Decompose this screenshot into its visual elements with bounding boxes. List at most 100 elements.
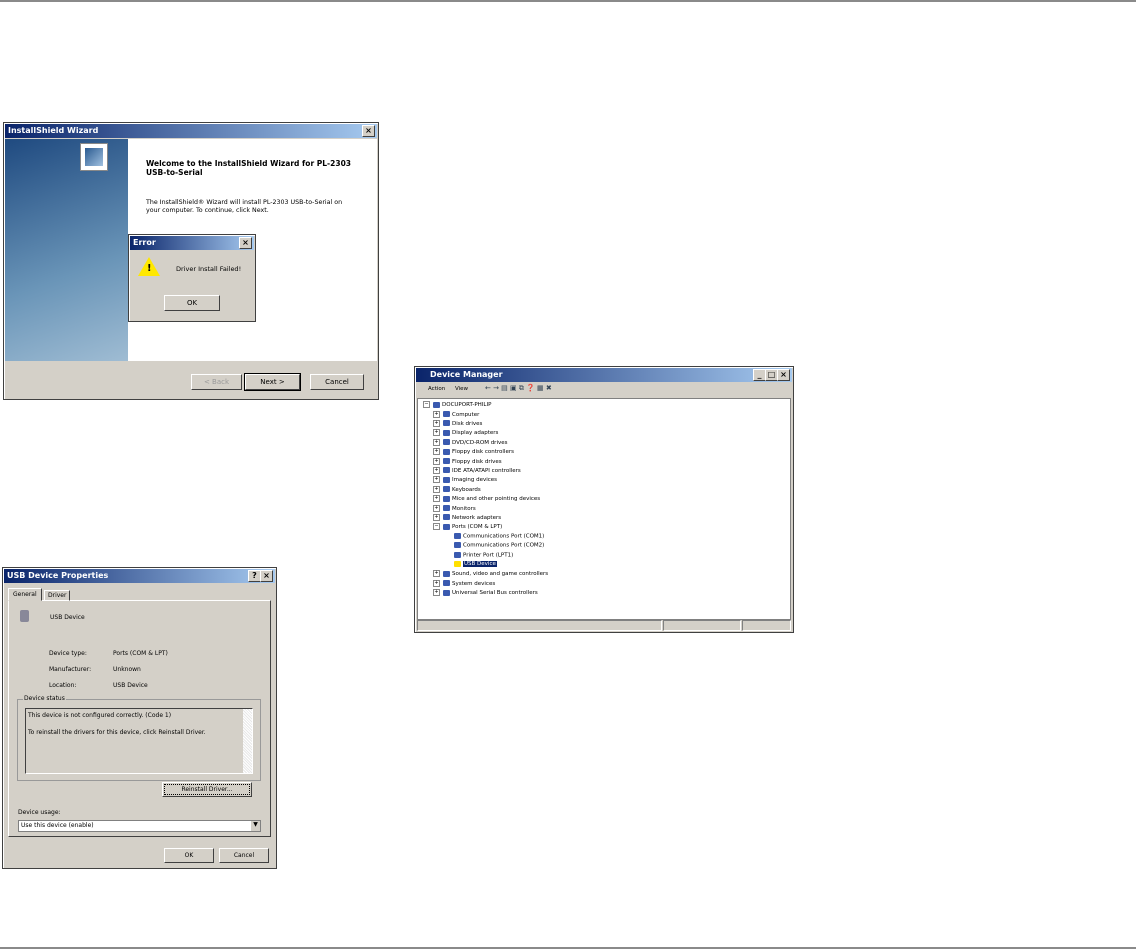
tree-root[interactable]: − DOCUPORT-PHILIP xyxy=(423,401,491,408)
expand-toggle[interactable]: + xyxy=(433,495,440,503)
device-icon xyxy=(443,476,450,483)
tree-item[interactable]: + Disk drives xyxy=(433,419,482,427)
next-button[interactable]: Next > xyxy=(244,373,301,391)
tree-item[interactable]: + Imaging devices xyxy=(433,476,497,484)
device-status-label: Device status xyxy=(23,695,66,702)
logo-icon xyxy=(80,143,108,171)
tree-item[interactable]: − Ports (COM & LPT) xyxy=(433,523,503,531)
tree-item[interactable]: + Network adapters xyxy=(433,513,502,521)
device-icon xyxy=(443,580,450,587)
device-icon xyxy=(443,420,450,427)
close-button[interactable]: × xyxy=(239,237,252,249)
label: Floppy disk drives xyxy=(452,458,502,465)
expand-toggle[interactable]: − xyxy=(433,523,440,531)
usage-value: Use this device (enable) xyxy=(21,822,94,829)
device-icon xyxy=(443,514,450,521)
close-button[interactable]: × xyxy=(777,369,790,381)
cancel-button[interactable]: Cancel xyxy=(219,848,269,863)
expand-toggle[interactable]: + xyxy=(433,485,440,493)
device-usage-label: Device usage: xyxy=(18,809,61,816)
status-bar xyxy=(417,620,662,631)
tree-item[interactable]: + System devices xyxy=(433,579,496,587)
expand-toggle[interactable]: + xyxy=(433,410,440,418)
ok-button[interactable]: OK xyxy=(164,295,220,311)
field-label: Device type: xyxy=(49,650,87,657)
label: DVD/CD-ROM drives xyxy=(452,439,508,446)
toolbar-icons[interactable]: ← → ▤ ▣ ⧉ ❓ ▦ ✖ xyxy=(485,384,552,393)
label: Printer Port (LPT1) xyxy=(463,552,514,558)
expand-toggle[interactable]: + xyxy=(433,513,440,521)
status-bar-pane xyxy=(663,620,741,631)
close-button[interactable]: × xyxy=(362,125,375,137)
label: Monitors xyxy=(452,505,476,512)
title-bar: Device Manager xyxy=(416,368,792,382)
label: Ports (COM & LPT) xyxy=(452,524,503,531)
device-icon xyxy=(454,542,461,549)
tree-item[interactable]: Communications Port (COM1) xyxy=(454,532,544,539)
status-line-1: This device is not configured correctly.… xyxy=(28,712,172,719)
expand-toggle[interactable]: + xyxy=(433,504,440,512)
field-value: Ports (COM & LPT) xyxy=(113,650,168,657)
tree-item[interactable]: + IDE ATA/ATAPI controllers xyxy=(433,466,521,474)
scrollbar[interactable] xyxy=(243,709,252,773)
close-button[interactable]: × xyxy=(260,570,273,582)
device-usage-select[interactable]: Use this device (enable) ▼ xyxy=(18,820,261,832)
menu-action[interactable]: Action xyxy=(428,386,445,392)
expand-toggle[interactable]: + xyxy=(433,419,440,427)
ok-button[interactable]: OK xyxy=(164,848,214,863)
back-button[interactable]: < Back xyxy=(191,374,242,390)
status-bar-pane xyxy=(742,620,791,631)
error-message: Driver Install Failed! xyxy=(176,265,242,273)
tree-item-usb-device[interactable]: USB Device xyxy=(454,560,497,568)
device-icon xyxy=(443,458,450,464)
expand-toggle[interactable]: + xyxy=(433,448,440,456)
device-icon xyxy=(443,495,450,502)
tree-item[interactable]: + Floppy disk controllers xyxy=(433,448,514,456)
device-icon xyxy=(443,467,450,474)
cancel-button[interactable]: Cancel xyxy=(310,374,364,390)
device-tree[interactable]: − DOCUPORT-PHILIP + Computer + Disk drives + D… xyxy=(417,398,791,620)
tree-item[interactable]: + Computer xyxy=(433,410,479,418)
tree-item[interactable]: + Universal Serial Bus controllers xyxy=(433,589,538,597)
tree-item[interactable]: Printer Port (LPT1) xyxy=(454,551,514,558)
expand-toggle[interactable]: + xyxy=(433,579,440,587)
tree-item[interactable]: + Keyboards xyxy=(433,485,481,493)
device-icon xyxy=(443,570,450,577)
menu-view[interactable]: View xyxy=(455,386,468,392)
expand-toggle[interactable]: + xyxy=(433,589,440,597)
label: USB Device xyxy=(463,561,497,568)
device-manager-window: Device Manager _ □ × Action View ← → ▤ ▣… xyxy=(414,366,794,633)
reinstall-driver-button[interactable]: Reinstall Driver... xyxy=(162,782,252,797)
tree-item[interactable]: + Floppy disk drives xyxy=(433,457,502,465)
tree-item[interactable]: Communications Port (COM2) xyxy=(454,542,544,549)
serial-port-icon xyxy=(20,610,29,622)
tree-item[interactable]: + Mice and other pointing devices xyxy=(433,495,540,503)
expand-toggle[interactable]: + xyxy=(433,457,440,465)
label: Universal Serial Bus controllers xyxy=(452,590,538,597)
tab-general[interactable]: General xyxy=(8,588,42,601)
usb-properties-window: USB Device Properties ? × General Driver… xyxy=(2,567,277,869)
tab-driver[interactable]: Driver xyxy=(44,590,71,601)
tree-item[interactable]: + Display adapters xyxy=(433,429,498,437)
expand-toggle[interactable]: + xyxy=(433,429,440,437)
device-icon xyxy=(443,411,450,417)
title-bar: InstallShield Wizard xyxy=(5,124,377,138)
label: System devices xyxy=(452,580,496,587)
expand-toggle[interactable]: + xyxy=(433,476,440,484)
expand-toggle[interactable]: + xyxy=(433,438,440,446)
label: DOCUPORT-PHILIP xyxy=(442,402,492,408)
expand-toggle[interactable]: + xyxy=(433,466,440,474)
device-icon xyxy=(454,551,461,558)
tree-item[interactable]: + DVD/CD-ROM drives xyxy=(433,438,508,446)
device-status-text: This device is not configured correctly.… xyxy=(25,708,253,774)
device-icon xyxy=(443,505,450,511)
error-dialog: Error × ! Driver Install Failed! OK xyxy=(128,234,256,322)
label: Network adapters xyxy=(452,514,502,521)
device-icon xyxy=(454,532,461,539)
tree-item[interactable]: + Monitors xyxy=(433,504,476,512)
tree-item[interactable]: + Sound, video and game controllers xyxy=(433,570,548,578)
chevron-down-icon[interactable]: ▼ xyxy=(251,821,260,831)
status-line-2: To reinstall the drivers for this device… xyxy=(28,729,206,736)
expand-toggle[interactable]: + xyxy=(433,570,440,578)
device-icon xyxy=(443,429,450,436)
